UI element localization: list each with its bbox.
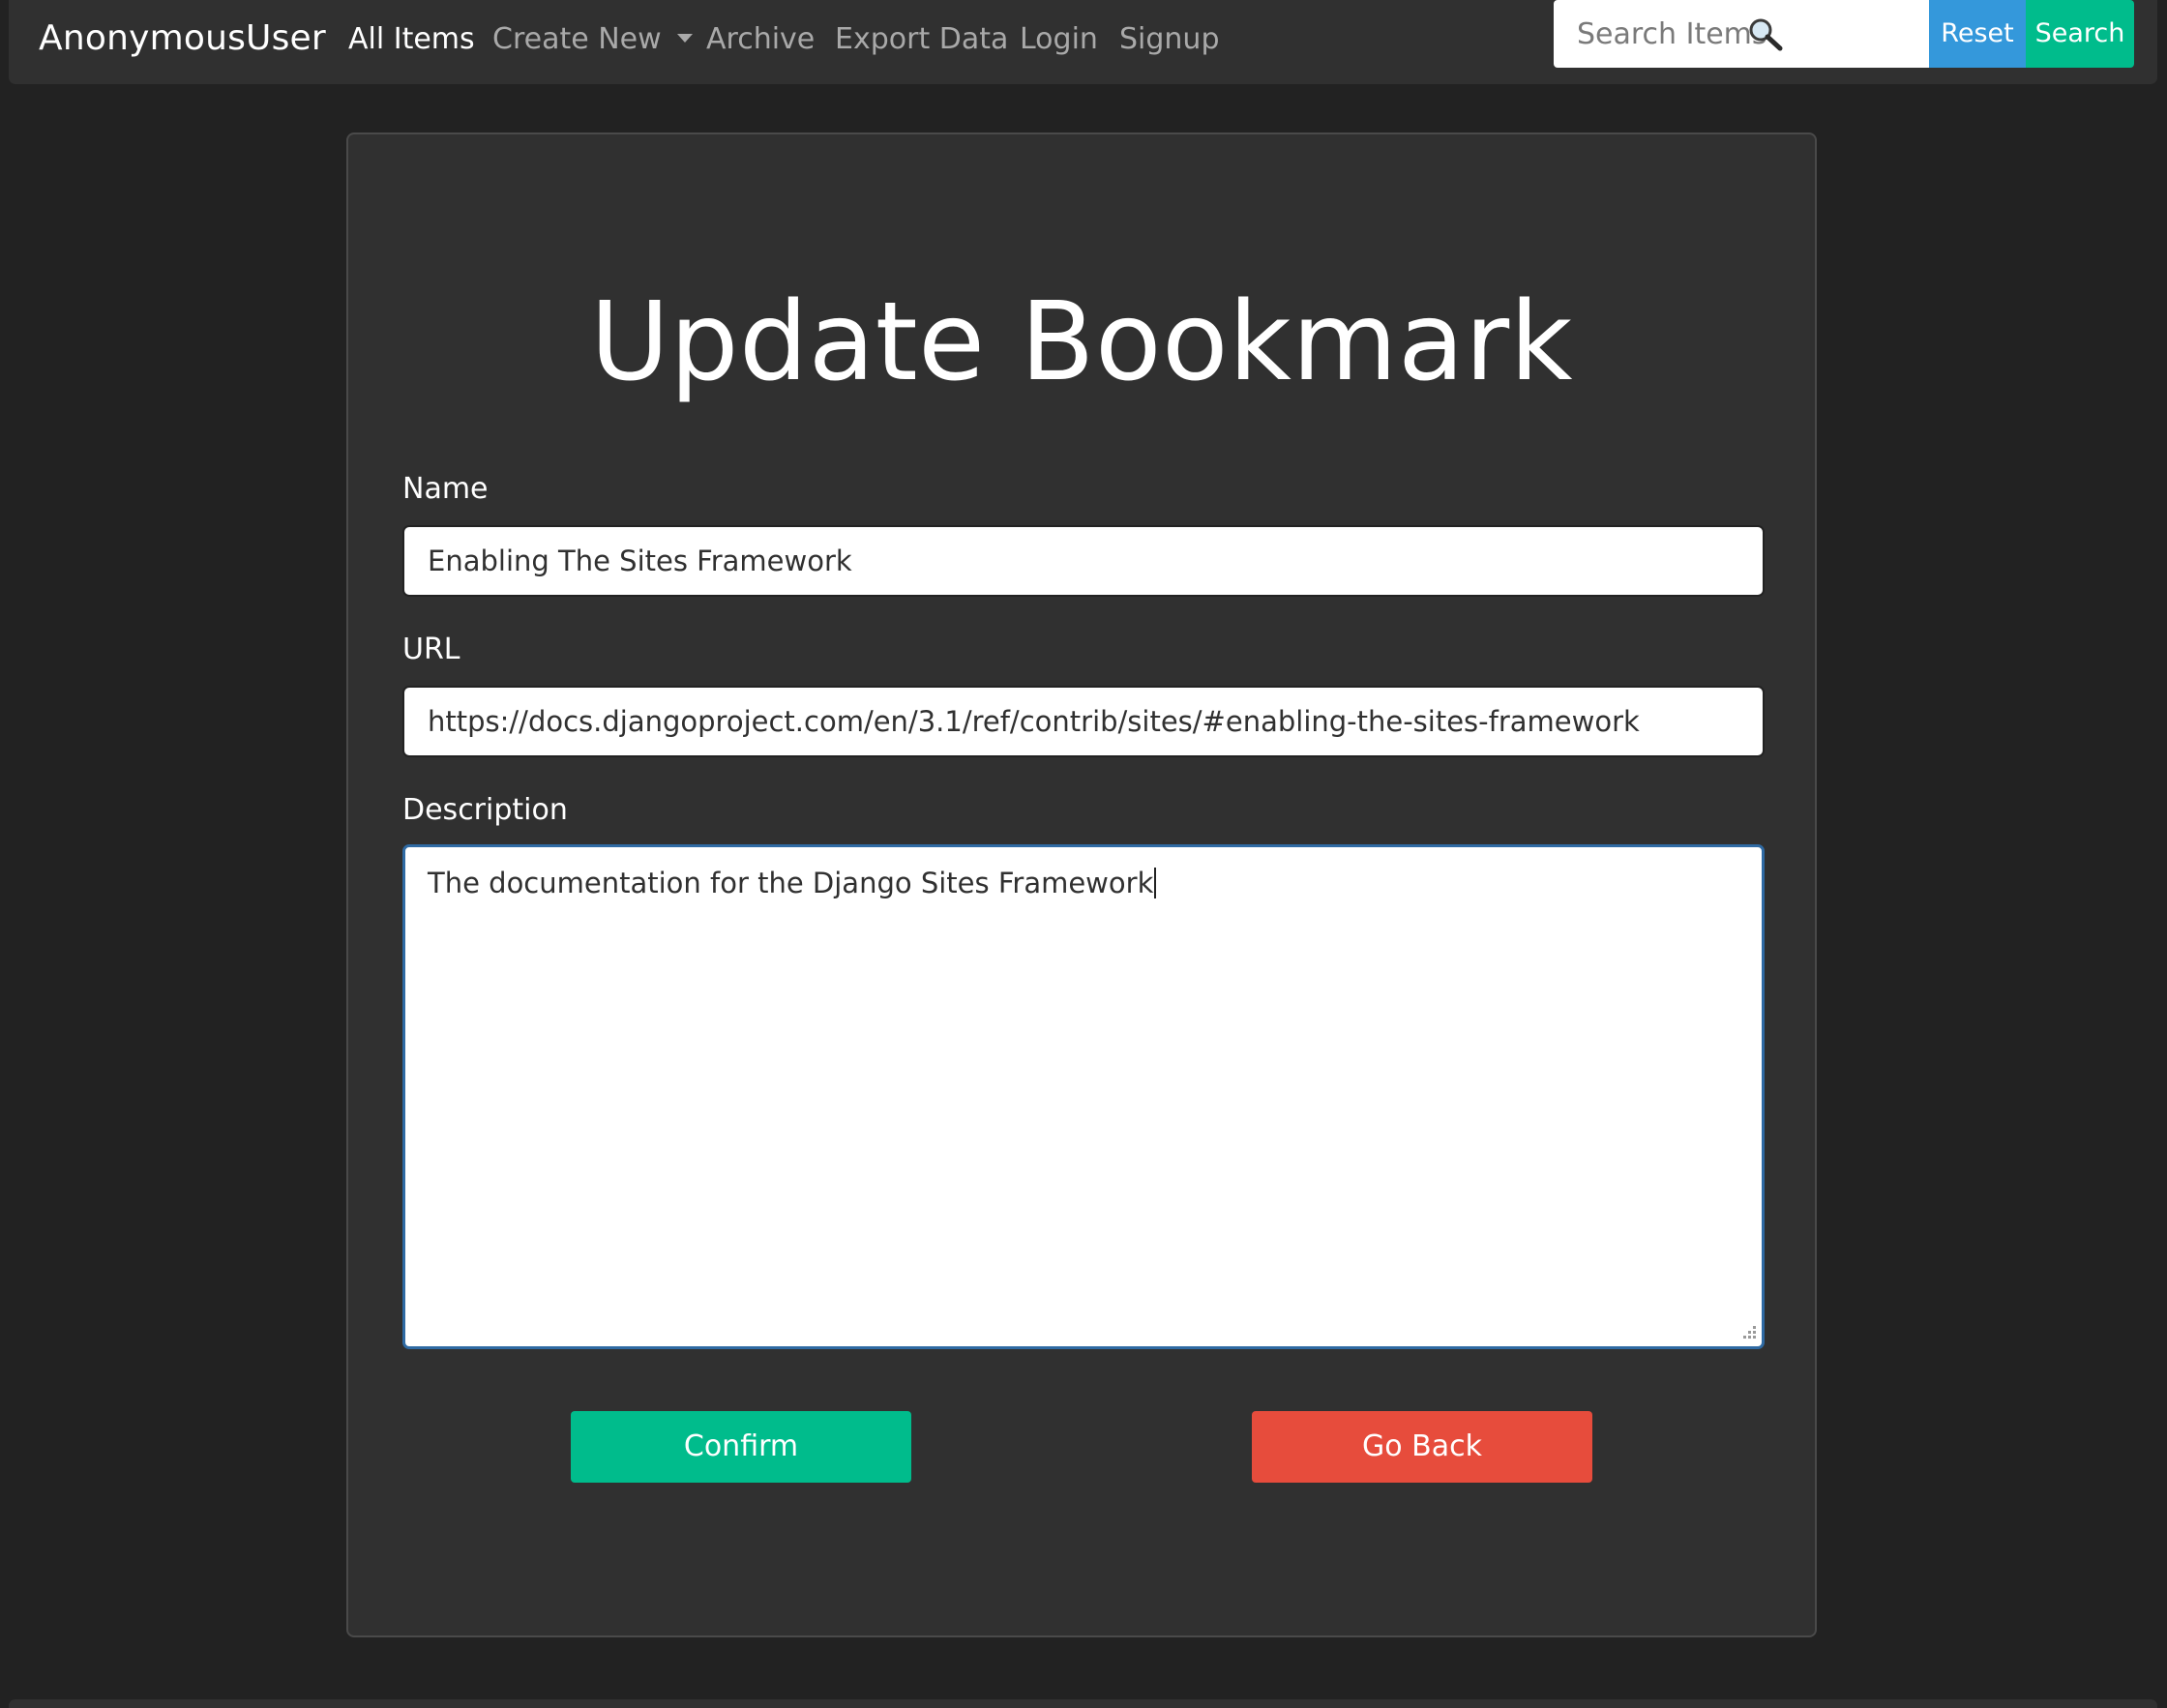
url-input[interactable]: https://docs.djangoproject.com/en/3.1/re… [402, 686, 1765, 757]
confirm-button[interactable]: Confirm [571, 1411, 911, 1483]
nav-login[interactable]: Login [1020, 21, 1098, 58]
nav-archive[interactable]: Archive [706, 21, 815, 58]
search-box [1554, 0, 1929, 68]
nav-all-items[interactable]: All Items [348, 21, 475, 58]
go-back-button[interactable]: Go Back [1252, 1411, 1592, 1483]
nav-export-data[interactable]: Export Data [835, 21, 1008, 58]
description-textarea[interactable]: The documentation for the Django Sites F… [402, 844, 1765, 1349]
nav-signup[interactable]: Signup [1119, 21, 1220, 58]
name-label: Name [402, 472, 489, 506]
magnifying-glass-icon [1749, 18, 1783, 51]
description-text: The documentation for the Django Sites F… [428, 867, 1154, 899]
reset-button[interactable]: Reset [1929, 0, 2026, 68]
nav-create-new-dropdown[interactable]: Create New [492, 21, 693, 58]
resize-grip-icon[interactable] [1739, 1324, 1759, 1343]
search-input[interactable] [1554, 0, 1929, 68]
brand-link[interactable]: AnonymousUser [39, 18, 326, 59]
chevron-down-icon [676, 34, 693, 43]
url-label: URL [402, 633, 460, 666]
footer-edge [9, 1699, 2157, 1708]
nav-create-new-label: Create New [492, 22, 662, 56]
name-input[interactable]: Enabling The Sites Framework [402, 525, 1765, 597]
top-navbar: AnonymousUser All Items Create New Archi… [9, 0, 2157, 84]
page-title: Update Bookmark [589, 280, 1574, 405]
search-button[interactable]: Search [2026, 0, 2134, 68]
text-cursor [1154, 868, 1157, 898]
update-bookmark-card: Update Bookmark Name Enabling The Sites … [346, 133, 1817, 1637]
description-label: Description [402, 793, 568, 827]
